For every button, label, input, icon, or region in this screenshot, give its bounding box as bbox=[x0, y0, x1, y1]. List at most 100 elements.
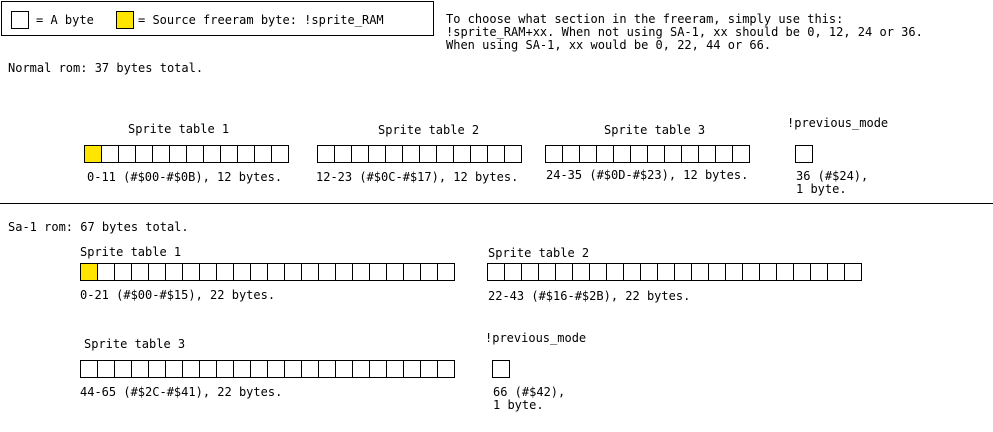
byte-cell bbox=[844, 263, 862, 281]
byte-cell bbox=[186, 145, 204, 163]
sa1-table1-range: 0-21 (#$00-#$15), 22 bytes. bbox=[80, 288, 276, 302]
byte-cell bbox=[250, 263, 268, 281]
byte-cell bbox=[284, 360, 302, 378]
normal-table2-cells bbox=[317, 145, 522, 163]
normal-table2-label: Sprite table 2 bbox=[378, 123, 480, 137]
byte-cell bbox=[437, 263, 455, 281]
byte-cell bbox=[216, 263, 234, 281]
normal-table2-range: 12-23 (#$0C-#$17), 12 bytes. bbox=[316, 170, 519, 184]
byte-cell bbox=[453, 145, 471, 163]
normal-table3-label: Sprite table 3 bbox=[604, 123, 706, 137]
byte-cell bbox=[118, 145, 136, 163]
byte-cell bbox=[538, 263, 556, 281]
byte-cell bbox=[545, 145, 563, 163]
normal-table3-range: 24-35 (#$0D-#$23), 12 bytes. bbox=[546, 168, 749, 182]
byte-cell bbox=[368, 145, 386, 163]
byte-cell bbox=[562, 145, 580, 163]
byte-cell bbox=[318, 263, 336, 281]
byte-cell bbox=[403, 263, 421, 281]
sa1-table1-cells bbox=[80, 263, 455, 281]
byte-cell bbox=[470, 145, 488, 163]
source-byte-swatch bbox=[116, 11, 134, 29]
byte-cell bbox=[233, 360, 251, 378]
byte-cell bbox=[776, 263, 794, 281]
legend: = A byte = Source freeram byte: !sprite_… bbox=[1, 1, 434, 36]
byte-cell bbox=[572, 263, 590, 281]
byte-cell bbox=[504, 145, 522, 163]
byte-cell bbox=[419, 145, 437, 163]
byte-cell bbox=[80, 360, 98, 378]
byte-cell bbox=[97, 263, 115, 281]
byte-cell bbox=[492, 360, 510, 378]
byte-cell bbox=[437, 360, 455, 378]
normal-rom-title: Normal rom: 37 bytes total. bbox=[8, 61, 204, 75]
byte-cell bbox=[793, 263, 811, 281]
byte-cell bbox=[135, 145, 153, 163]
byte-cell bbox=[715, 145, 733, 163]
byte-cell bbox=[521, 263, 539, 281]
byte-cell bbox=[732, 145, 750, 163]
byte-cell bbox=[284, 263, 302, 281]
byte-cell bbox=[199, 263, 217, 281]
byte-cell bbox=[216, 360, 234, 378]
sa1-rom-title: Sa-1 rom: 67 bytes total. bbox=[8, 220, 189, 234]
byte-cell bbox=[487, 145, 505, 163]
sa1-prevmode-range-2: 1 byte. bbox=[493, 398, 544, 412]
byte-cell bbox=[402, 145, 420, 163]
normal-table1-range: 0-11 (#$00-#$0B), 12 bytes. bbox=[87, 170, 283, 184]
byte-cell bbox=[420, 360, 438, 378]
sa1-prevmode-cells bbox=[492, 360, 510, 378]
byte-cell bbox=[795, 145, 813, 163]
byte-cell bbox=[301, 360, 319, 378]
byte-cell bbox=[725, 263, 743, 281]
byte-cell bbox=[267, 263, 285, 281]
byte-cell bbox=[708, 263, 726, 281]
byte-cell bbox=[165, 360, 183, 378]
byte-cell bbox=[436, 145, 454, 163]
instruction-line-3: When using SA-1, xx would be 0, 22, 44 o… bbox=[446, 38, 772, 52]
source-byte-cell bbox=[80, 263, 98, 281]
sa1-table3-cells bbox=[80, 360, 455, 378]
byte-cell bbox=[334, 145, 352, 163]
normal-table3-cells bbox=[545, 145, 750, 163]
sa1-table2-label: Sprite table 2 bbox=[488, 246, 590, 260]
byte-cell bbox=[114, 360, 132, 378]
byte-cell bbox=[352, 360, 370, 378]
byte-cell bbox=[742, 263, 760, 281]
byte-cell bbox=[335, 360, 353, 378]
byte-cell bbox=[589, 263, 607, 281]
byte-cell bbox=[250, 360, 268, 378]
byte-cell bbox=[827, 263, 845, 281]
byte-cell bbox=[698, 145, 716, 163]
byte-cell bbox=[237, 145, 255, 163]
byte-cell bbox=[97, 360, 115, 378]
byte-cell bbox=[647, 145, 665, 163]
byte-cell bbox=[182, 360, 200, 378]
byte-cell bbox=[165, 263, 183, 281]
byte-cell bbox=[657, 263, 675, 281]
byte-cell bbox=[759, 263, 777, 281]
sa1-table3-range: 44-65 (#$2C-#$41), 22 bytes. bbox=[80, 385, 283, 399]
byte-cell bbox=[504, 263, 522, 281]
byte-cell bbox=[301, 263, 319, 281]
sa1-table2-range: 22-43 (#$16-#$2B), 22 bytes. bbox=[488, 289, 691, 303]
byte-cell bbox=[487, 263, 505, 281]
byte-cell bbox=[351, 145, 369, 163]
byte-cell bbox=[318, 360, 336, 378]
byte-cell bbox=[403, 360, 421, 378]
byte-cell bbox=[369, 360, 387, 378]
sa1-table3-label: Sprite table 3 bbox=[84, 337, 186, 351]
byte-cell bbox=[148, 360, 166, 378]
byte-cell bbox=[386, 360, 404, 378]
byte-cell bbox=[664, 145, 682, 163]
byte-cell bbox=[233, 263, 251, 281]
sa1-table2-cells bbox=[487, 263, 862, 281]
byte-cell bbox=[810, 263, 828, 281]
byte-cell bbox=[152, 145, 170, 163]
normal-prevmode-range-2: 1 byte. bbox=[796, 182, 847, 196]
section-divider bbox=[0, 203, 993, 204]
byte-cell bbox=[385, 145, 403, 163]
byte-cell bbox=[114, 263, 132, 281]
byte-cell bbox=[352, 263, 370, 281]
byte-cell bbox=[386, 263, 404, 281]
